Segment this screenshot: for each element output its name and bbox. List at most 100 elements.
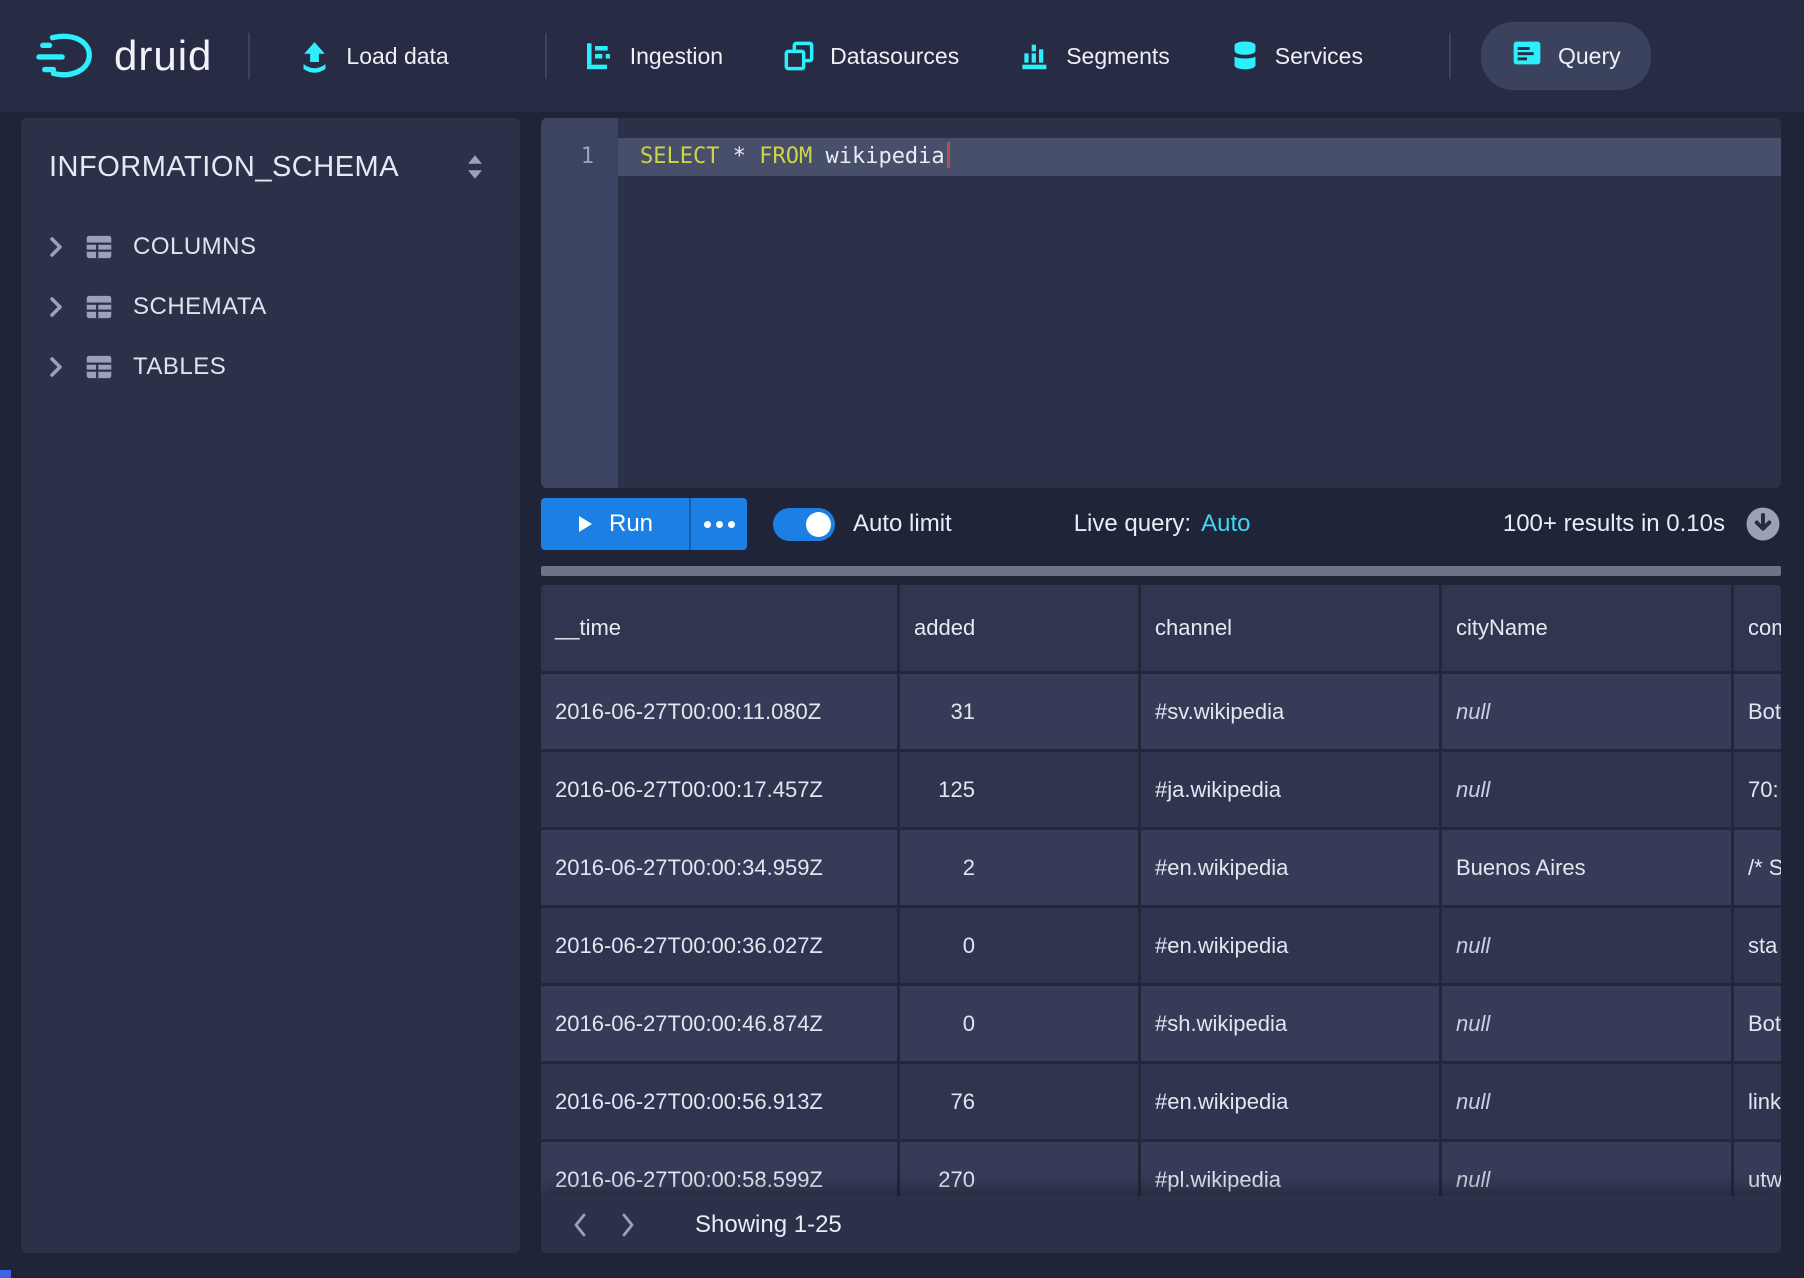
text-cursor — [947, 142, 950, 168]
table-cell[interactable]: #ja.wikipedia — [1141, 752, 1439, 827]
table-cell[interactable]: Buenos Aires — [1442, 830, 1731, 905]
nav-divider — [545, 33, 547, 79]
druid-logo-icon — [36, 30, 98, 82]
sql-keyword: SELECT — [640, 144, 719, 169]
nav-item-segments[interactable]: Segments — [1019, 40, 1170, 72]
schema-tree: COLUMNS SCHEMATA — [21, 217, 520, 397]
next-page-button[interactable] — [611, 1205, 645, 1245]
play-icon — [577, 515, 593, 533]
table-cell[interactable]: 70: — [1734, 752, 1781, 827]
ingestion-icon — [583, 40, 615, 72]
run-button[interactable]: Run — [541, 498, 691, 550]
table-cell[interactable]: 2016-06-27T00:00:56.913Z — [541, 1064, 897, 1139]
chevron-right-icon[interactable] — [47, 356, 65, 378]
table-cell[interactable]: 0 — [900, 986, 1138, 1061]
schema-title: INFORMATION_SCHEMA — [49, 151, 399, 184]
nav-item-datasources[interactable]: Datasources — [783, 40, 959, 72]
schema-sidebar: INFORMATION_SCHEMA COLUMNS — [21, 118, 520, 1253]
chevron-right-icon[interactable] — [47, 236, 65, 258]
sql-plain: wikipedia — [812, 144, 944, 169]
table-cell[interactable]: null — [1442, 908, 1731, 983]
table-cell[interactable]: 2 — [900, 830, 1138, 905]
table-cell[interactable]: 2016-06-27T00:00:17.457Z — [541, 752, 897, 827]
run-more-button[interactable] — [691, 498, 747, 550]
column-header-cityName[interactable]: cityName — [1442, 585, 1731, 671]
sql-keyword: FROM — [759, 144, 812, 169]
table-cell[interactable]: 125 — [900, 752, 1138, 827]
table-cell[interactable]: #en.wikipedia — [1141, 830, 1439, 905]
table-icon — [85, 234, 113, 260]
query-editor[interactable]: 1 SELECT * FROM wikipedia — [541, 118, 1781, 488]
nav-item-label: Segments — [1066, 43, 1170, 70]
horizontal-scrollbar[interactable] — [541, 566, 1781, 576]
bottom-left-accent — [0, 1270, 11, 1278]
table-icon — [85, 294, 113, 320]
nav-divider — [248, 33, 250, 79]
pagination-status: Showing 1-25 — [695, 1211, 842, 1239]
auto-limit-toggle[interactable] — [773, 508, 835, 541]
column-header-comment[interactable]: comment — [1734, 585, 1781, 671]
column-header-added[interactable]: added — [900, 585, 1138, 671]
nav-item-label: Services — [1275, 43, 1363, 70]
tree-item-label: SCHEMATA — [133, 293, 267, 321]
table-cell[interactable]: null — [1442, 1064, 1731, 1139]
table-cell[interactable]: link — [1734, 1064, 1781, 1139]
table-cell[interactable]: sta — [1734, 908, 1781, 983]
null-value: null — [1456, 699, 1490, 725]
auto-limit-label: Auto limit — [853, 510, 952, 538]
table-cell[interactable]: 2016-06-27T00:00:36.027Z — [541, 908, 897, 983]
table-cell[interactable]: #sh.wikipedia — [1141, 986, 1439, 1061]
table-cell[interactable]: 2016-06-27T00:00:11.080Z — [541, 674, 897, 749]
table-cell[interactable]: 0 — [900, 908, 1138, 983]
table-cell[interactable]: 2016-06-27T00:00:34.959Z — [541, 830, 897, 905]
table-cell[interactable]: 2016-06-27T00:00:46.874Z — [541, 986, 897, 1061]
nav-item-label: Datasources — [830, 43, 959, 70]
table-cell[interactable]: Bot — [1734, 986, 1781, 1061]
line-number: 1 — [541, 138, 618, 176]
table-cell[interactable]: 31 — [900, 674, 1138, 749]
toggle-knob — [806, 512, 831, 537]
null-value: null — [1456, 1011, 1490, 1037]
null-value: null — [1456, 1167, 1490, 1193]
column-header-__time[interactable]: __time — [541, 585, 897, 671]
nav-item-ingestion[interactable]: Ingestion — [583, 40, 723, 72]
results-summary: 100+ results in 0.10s — [1503, 510, 1725, 538]
column-header-channel[interactable]: channel — [1141, 585, 1439, 671]
run-bar: Run Auto limit Live query: Auto 100+ res… — [541, 498, 1781, 550]
run-button-label: Run — [609, 510, 653, 538]
nav-item-query[interactable]: Query — [1481, 22, 1651, 90]
tree-item-columns[interactable]: COLUMNS — [21, 217, 520, 277]
tree-item-tables[interactable]: TABLES — [21, 337, 520, 397]
nav-item-label: Load data — [346, 43, 448, 70]
null-value: null — [1456, 1089, 1490, 1115]
sql-text: SELECT * FROM wikipedia — [640, 138, 950, 176]
sort-icon[interactable] — [462, 152, 488, 187]
tree-item-schemata[interactable]: SCHEMATA — [21, 277, 520, 337]
table-icon — [85, 354, 113, 380]
nav-item-label: Query — [1558, 43, 1621, 70]
nav-divider — [1449, 33, 1451, 79]
table-cell[interactable]: Bot — [1734, 674, 1781, 749]
chevron-right-icon[interactable] — [47, 296, 65, 318]
prev-page-button[interactable] — [563, 1205, 597, 1245]
more-icon — [704, 521, 711, 528]
table-cell[interactable]: null — [1442, 986, 1731, 1061]
segments-icon — [1019, 40, 1051, 72]
table-cell[interactable]: /* S — [1734, 830, 1781, 905]
table-cell[interactable]: #en.wikipedia — [1141, 908, 1439, 983]
druid-logo[interactable]: druid — [36, 30, 212, 82]
nav-item-services[interactable]: Services — [1230, 40, 1363, 72]
brand-wordmark: druid — [114, 32, 212, 80]
table-cell[interactable]: null — [1442, 674, 1731, 749]
table-cell[interactable]: null — [1442, 752, 1731, 827]
tree-item-label: TABLES — [133, 353, 226, 381]
table-cell[interactable]: #sv.wikipedia — [1141, 674, 1439, 749]
live-query-value[interactable]: Auto — [1201, 510, 1250, 538]
load-data-icon — [298, 40, 331, 73]
services-icon — [1230, 40, 1260, 72]
table-cell[interactable]: #en.wikipedia — [1141, 1064, 1439, 1139]
tree-item-label: COLUMNS — [133, 233, 257, 261]
table-cell[interactable]: 76 — [900, 1064, 1138, 1139]
download-button[interactable] — [1745, 506, 1781, 542]
nav-item-load-data[interactable]: Load data — [298, 40, 448, 73]
